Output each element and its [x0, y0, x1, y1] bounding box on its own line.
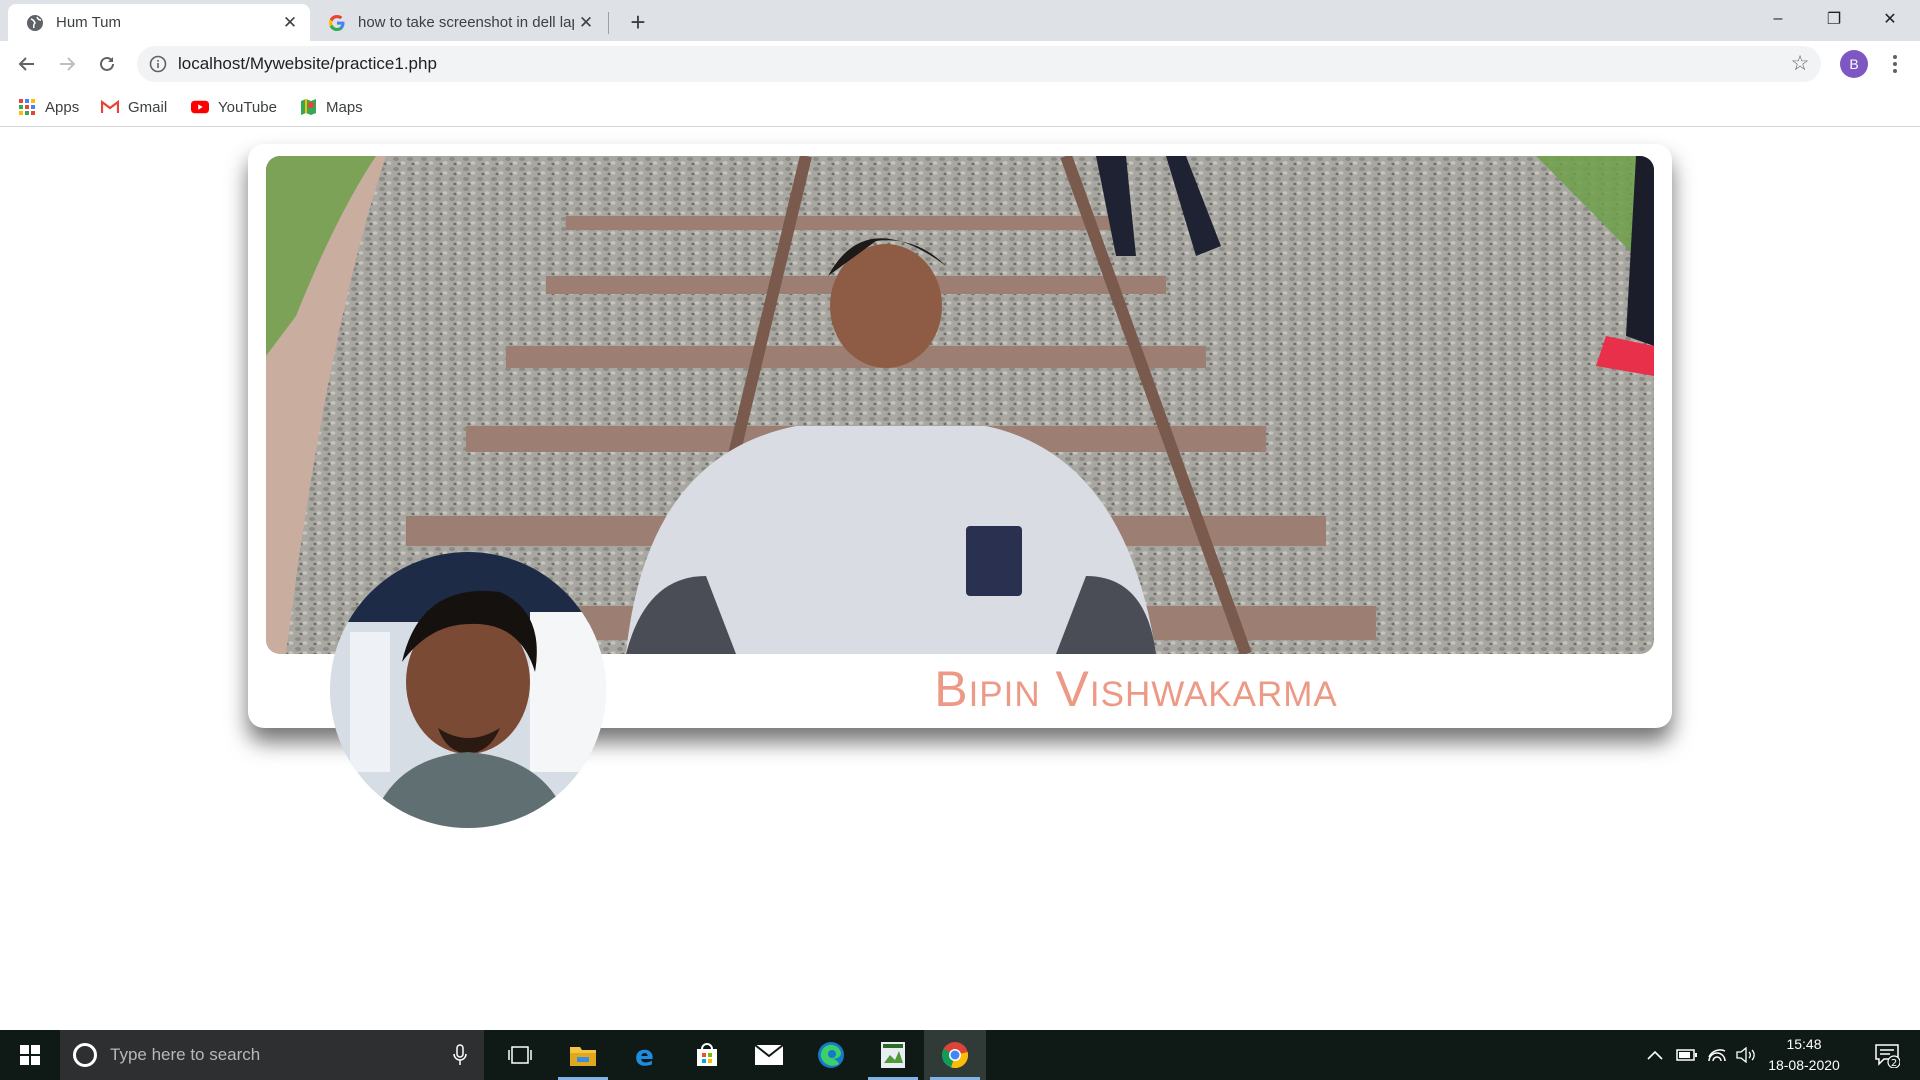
task-view-icon[interactable] — [489, 1030, 551, 1080]
gmail-icon — [101, 98, 119, 116]
chevron-up-icon[interactable] — [1640, 1030, 1670, 1080]
microphone-icon[interactable] — [450, 1043, 470, 1067]
page-viewport: Bipin Vishwakarma — [0, 128, 1920, 1030]
maps-icon — [299, 98, 317, 116]
clock-date: 18-08-2020 — [1768, 1057, 1840, 1073]
taskbar-search[interactable]: Type here to search — [60, 1030, 484, 1080]
reload-button[interactable] — [92, 49, 122, 79]
svg-text:e: e — [635, 1042, 654, 1068]
bookmark-label: Apps — [45, 98, 80, 116]
start-button[interactable] — [0, 1030, 60, 1080]
search-placeholder: Type here to search — [110, 1045, 261, 1064]
arrow-left-icon — [18, 57, 34, 71]
file-explorer-icon[interactable] — [552, 1030, 614, 1080]
close-window-button[interactable]: ✕ — [1862, 0, 1918, 38]
apps-grid-icon — [18, 98, 36, 116]
store-icon[interactable] — [676, 1030, 738, 1080]
tab-close-icon[interactable]: ✕ — [278, 11, 302, 35]
google-icon — [328, 14, 346, 32]
tab-separator — [608, 12, 609, 34]
bookmark-star-icon[interactable]: ☆ — [1789, 53, 1811, 75]
profile-name: Bipin Vishwakarma — [934, 661, 1338, 717]
address-bar[interactable]: localhost/Mywebsite/practice1.php ☆ — [137, 46, 1821, 82]
arrow-right-icon — [60, 57, 76, 71]
browser-toolbar: localhost/Mywebsite/practice1.php ☆ B — [0, 41, 1920, 87]
profile-avatar[interactable]: B — [1840, 50, 1868, 78]
notification-icon: 2 — [1875, 1044, 1900, 1068]
bookmark-maps[interactable]: Maps — [299, 87, 363, 127]
youtube-icon — [191, 98, 209, 116]
profile-picture — [330, 552, 606, 828]
reload-icon — [100, 56, 114, 71]
tab-title: Hum Tum — [56, 14, 122, 31]
windows-taskbar: Type here to search e 15:48 18-08-2020 2 — [0, 1030, 1920, 1080]
kebab-menu-icon[interactable] — [1880, 49, 1910, 79]
bookmarks-bar: Apps Gmail YouTube Maps — [0, 87, 1920, 127]
cortana-icon — [73, 1043, 97, 1067]
bookmark-label: Maps — [326, 98, 363, 116]
bookmark-youtube[interactable]: YouTube — [191, 87, 277, 127]
tab-close-icon[interactable]: ✕ — [574, 11, 598, 35]
mail-icon[interactable] — [738, 1030, 800, 1080]
notification-center-button[interactable]: 2 — [1862, 1030, 1912, 1080]
restore-button[interactable]: ❐ — [1806, 0, 1862, 38]
bookmark-apps[interactable]: Apps — [18, 87, 79, 127]
bookmark-label: YouTube — [218, 98, 277, 116]
url-text[interactable]: localhost/Mywebsite/practice1.php — [178, 46, 437, 82]
edge-legacy-icon[interactable]: e — [614, 1030, 676, 1080]
volume-icon[interactable] — [1732, 1030, 1762, 1080]
windows-logo-icon — [20, 1045, 40, 1065]
globe-icon — [26, 14, 44, 32]
tab-strip: Hum Tum ✕ how to take screenshot in dell… — [0, 0, 1920, 41]
chrome-icon[interactable] — [924, 1030, 986, 1080]
tab-hum-tum[interactable]: Hum Tum ✕ — [8, 4, 310, 41]
wifi-icon[interactable] — [1702, 1030, 1732, 1080]
minimize-button[interactable]: – — [1750, 0, 1806, 38]
battery-icon[interactable] — [1672, 1030, 1702, 1080]
xampp-icon[interactable] — [862, 1030, 924, 1080]
new-tab-button[interactable]: + — [624, 7, 652, 37]
tab-title: how to take screenshot in dell lap — [358, 14, 574, 31]
clock-time: 15:48 — [1786, 1036, 1822, 1052]
bookmark-label: Gmail — [128, 98, 168, 116]
forward-button[interactable] — [52, 49, 82, 79]
back-button[interactable] — [12, 49, 42, 79]
info-icon[interactable] — [149, 55, 167, 73]
edge-chromium-icon[interactable] — [800, 1030, 862, 1080]
tab-google-search[interactable]: how to take screenshot in dell lap ✕ — [310, 4, 606, 41]
notification-count: 2 — [1891, 1058, 1897, 1068]
system-clock[interactable]: 15:48 18-08-2020 — [1762, 1034, 1846, 1076]
bookmark-gmail[interactable]: Gmail — [101, 87, 167, 127]
